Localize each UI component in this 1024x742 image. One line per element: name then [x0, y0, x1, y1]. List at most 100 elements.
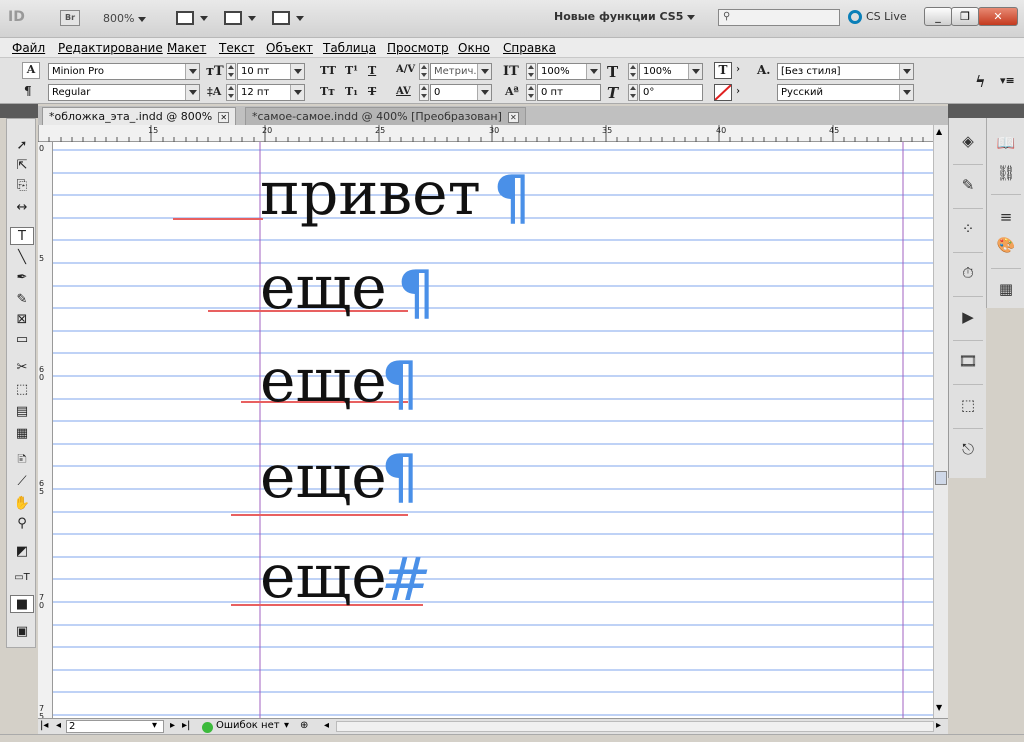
- pencil-tool-icon[interactable]: ✎: [10, 291, 34, 309]
- character-style-select[interactable]: [Без стиля]: [777, 63, 914, 80]
- subscript-icon[interactable]: T₁: [345, 85, 358, 98]
- screen-mode-icon[interactable]: ▣: [10, 623, 34, 641]
- horizontal-scrollbar[interactable]: [336, 721, 934, 732]
- preflight-menu-icon[interactable]: ▾: [284, 720, 289, 731]
- scroll-up-icon[interactable]: ▲: [936, 127, 942, 136]
- paragraph-mode-icon[interactable]: ¶: [24, 84, 32, 98]
- view-options-button[interactable]: [176, 10, 210, 28]
- minimize-button[interactable]: _: [924, 7, 952, 26]
- selection-tool-icon[interactable]: ➚: [10, 137, 34, 155]
- zoom-tool-icon[interactable]: ⚲: [10, 515, 34, 533]
- object-states-icon[interactable]: ⬚: [957, 394, 979, 416]
- page-tool-icon[interactable]: ⎘: [10, 177, 34, 195]
- first-page-icon[interactable]: |◂: [40, 720, 48, 731]
- small-caps-icon[interactable]: Tт: [320, 85, 335, 98]
- scissors-tool-icon[interactable]: ✂: [10, 359, 34, 377]
- cs-live-button[interactable]: CS Live: [848, 10, 907, 24]
- close-icon[interactable]: ✕: [507, 111, 519, 123]
- horizontal-scale-input[interactable]: 100%: [639, 63, 703, 80]
- strikethrough-icon[interactable]: T: [368, 85, 376, 98]
- text-line-5[interactable]: еще: [260, 547, 387, 607]
- font-size-input[interactable]: 10 пт: [237, 63, 305, 80]
- menu-view[interactable]: Просмотр: [387, 41, 449, 55]
- font-size-stepper[interactable]: [226, 63, 236, 80]
- text-line-3[interactable]: еще: [260, 351, 387, 411]
- scroll-down-icon[interactable]: ▼: [936, 703, 942, 712]
- text-line-1[interactable]: привет: [260, 164, 481, 224]
- line-tool-icon[interactable]: ╲: [10, 249, 34, 267]
- bridge-button[interactable]: Br: [60, 10, 80, 26]
- scroll-right-icon[interactable]: ▸: [936, 720, 941, 731]
- menu-table[interactable]: Таблица: [323, 41, 376, 55]
- vertical-scrollbar[interactable]: ▲ ▼: [933, 125, 948, 718]
- direct-selection-tool-icon[interactable]: ⇱: [10, 157, 34, 175]
- menu-edit[interactable]: Редактирование: [58, 41, 163, 55]
- close-icon[interactable]: ✕: [218, 111, 230, 123]
- underline-icon[interactable]: T: [368, 64, 376, 77]
- close-button[interactable]: ✕: [978, 7, 1018, 26]
- tab-document-1[interactable]: *обложка_эта_.indd @ 800% ✕: [42, 107, 237, 125]
- tracking-input[interactable]: 0: [430, 84, 492, 101]
- hand-tool-icon[interactable]: ✋: [10, 495, 34, 513]
- text-fill-icon[interactable]: T: [714, 62, 732, 79]
- kerning-stepper[interactable]: [419, 63, 429, 80]
- pages-panel-icon[interactable]: 📖: [995, 132, 1017, 154]
- all-caps-icon[interactable]: TT: [320, 64, 336, 77]
- skew-input[interactable]: 0°: [639, 84, 703, 101]
- last-page-icon[interactable]: ▸|: [182, 720, 190, 731]
- story-editor-icon[interactable]: ✎: [957, 174, 979, 196]
- preview-panel-icon[interactable]: ▶: [957, 306, 979, 328]
- layers-panel-icon[interactable]: ◈: [957, 130, 979, 152]
- baseline-shift-stepper[interactable]: [526, 84, 536, 101]
- pen-tool-icon[interactable]: ✒: [10, 269, 34, 287]
- preflight-status-label[interactable]: Ошибок нет: [216, 720, 280, 731]
- buttons-panel-icon[interactable]: ⎋: [957, 438, 979, 460]
- free-transform-tool-icon[interactable]: ⬚: [10, 381, 34, 399]
- vertical-scale-input[interactable]: 100%: [537, 63, 601, 80]
- table-panel-icon[interactable]: ▦: [995, 278, 1017, 300]
- normal-mode-icon[interactable]: ■: [10, 595, 34, 613]
- menu-object[interactable]: Объект: [266, 41, 313, 55]
- previous-page-icon[interactable]: ◂: [56, 720, 61, 731]
- horizontal-ruler[interactable]: 15 20 25 30 35 40 45: [38, 125, 948, 142]
- panels-header[interactable]: [948, 104, 1024, 118]
- page-list-icon[interactable]: ▾: [152, 720, 157, 731]
- text-line-2[interactable]: еще: [260, 258, 387, 318]
- note-tool-icon[interactable]: 🗈: [10, 451, 34, 469]
- screen-mode-button[interactable]: [224, 10, 258, 28]
- leading-stepper[interactable]: [226, 84, 236, 101]
- color-panel-icon[interactable]: 🎨: [995, 234, 1017, 256]
- rectangle-tool-icon[interactable]: ▭: [10, 331, 34, 349]
- eyedropper-tool-icon[interactable]: ⟋: [10, 473, 34, 491]
- menu-help[interactable]: Справка: [503, 41, 556, 55]
- gradient-swatch-tool-icon[interactable]: ▤: [10, 403, 34, 421]
- font-style-select[interactable]: Regular: [48, 84, 200, 101]
- links-panel-icon[interactable]: ⛓: [995, 162, 1017, 184]
- menu-window[interactable]: Окно: [458, 41, 490, 55]
- text-stroke-icon[interactable]: [714, 84, 732, 101]
- horizontal-scale-stepper[interactable]: [628, 63, 638, 80]
- vertical-scale-stepper[interactable]: [526, 63, 536, 80]
- rectangle-frame-tool-icon[interactable]: ⊠: [10, 311, 34, 329]
- open-file-icon[interactable]: ⊕: [300, 720, 308, 731]
- menu-type[interactable]: Текст: [219, 41, 255, 55]
- formatting-container-icon[interactable]: ▭T: [10, 569, 34, 587]
- quick-apply-icon[interactable]: ϟ: [975, 72, 986, 91]
- leading-input[interactable]: 12 пт: [237, 84, 305, 101]
- menu-file[interactable]: Файл: [12, 41, 45, 55]
- font-family-select[interactable]: Minion Pro: [48, 63, 200, 80]
- scrollbar-thumb[interactable]: [935, 471, 947, 485]
- tracking-stepper[interactable]: [419, 84, 429, 101]
- superscript-icon[interactable]: T¹: [345, 64, 358, 77]
- gap-tool-icon[interactable]: ↔: [10, 199, 34, 217]
- media-panel-icon[interactable]: 🎞: [957, 350, 979, 372]
- document-canvas[interactable]: привет ¶ еще ¶ еще ¶ еще ¶ еще #: [53, 142, 933, 718]
- tab-document-2[interactable]: *самое-самое.indd @ 400% [Преобразован] ✕: [245, 107, 526, 125]
- next-page-icon[interactable]: ▸: [170, 720, 175, 731]
- skew-stepper[interactable]: [628, 84, 638, 101]
- zoom-level-select[interactable]: 800%: [103, 12, 146, 25]
- stroke-menu-arrow-icon[interactable]: ›: [736, 86, 740, 97]
- kerning-select[interactable]: Метрич.: [430, 63, 492, 80]
- page-number-input[interactable]: 2: [66, 720, 164, 733]
- timing-panel-icon[interactable]: ⏱: [957, 262, 979, 284]
